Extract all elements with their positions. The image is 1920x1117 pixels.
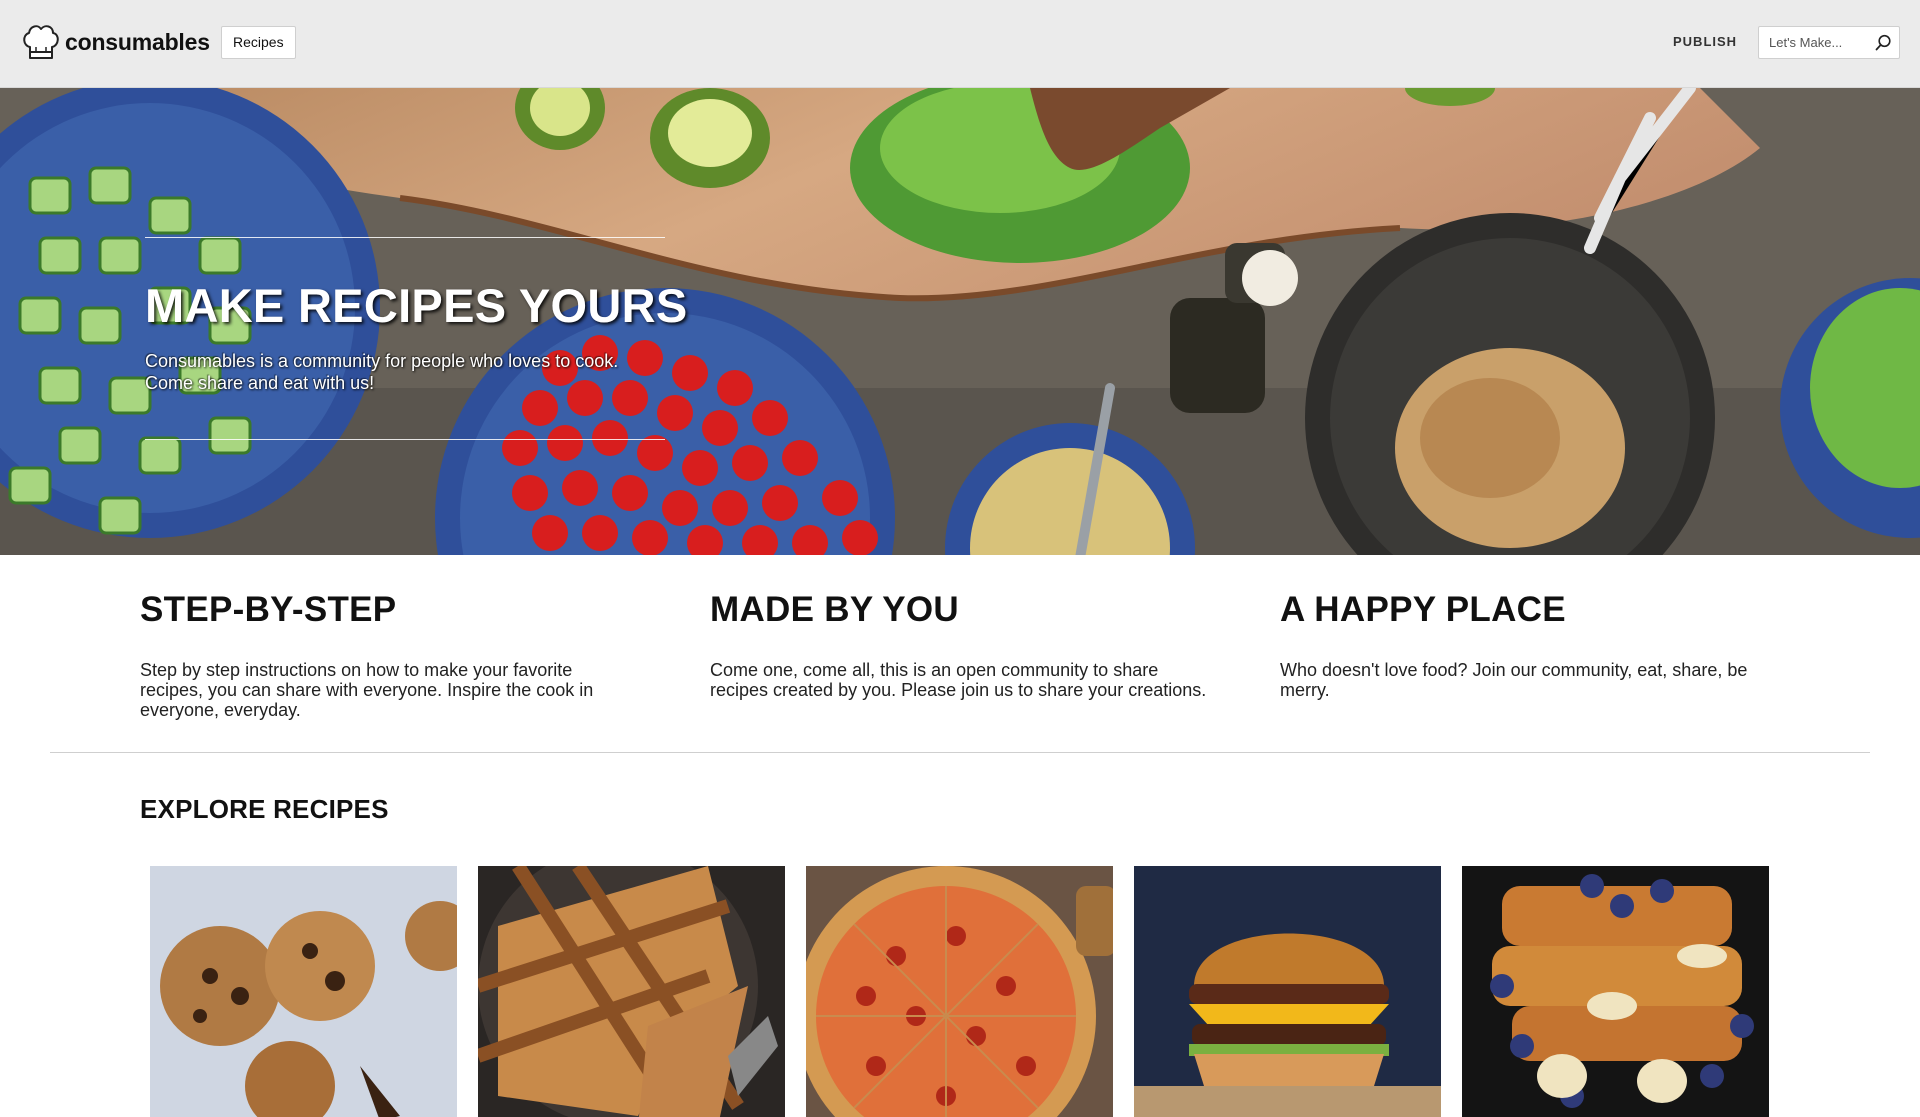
section-divider (50, 752, 1870, 753)
hero-bottom-rule (145, 439, 665, 440)
feature-text: Who doesn't love food? Join our communit… (1280, 660, 1748, 700)
hero-title: MAKE RECIPES YOURS (145, 279, 688, 332)
burger-photo (1134, 866, 1441, 1117)
recipe-card-pizza[interactable] (806, 866, 1113, 1117)
feature-made-by-you: MADE BY YOU Come one, come all, this is … (710, 590, 1210, 700)
hero-subtitle-line2: Come share and eat with us! (145, 373, 375, 393)
search-input[interactable] (1759, 27, 1871, 58)
feature-title: MADE BY YOU (710, 590, 960, 629)
recipe-card-french-toast[interactable] (1462, 866, 1769, 1117)
chef-hat-icon (23, 25, 59, 59)
search-icon[interactable] (1874, 34, 1892, 52)
feature-title: STEP-BY-STEP (140, 590, 397, 629)
brand-logo-link[interactable]: consumables (19, 21, 210, 63)
recipe-card-pie[interactable] (478, 866, 785, 1117)
explore-recipes-heading: EXPLORE RECIPES (140, 794, 389, 824)
feature-text: Come one, come all, this is an open comm… (710, 660, 1207, 700)
hero-top-rule (145, 237, 665, 238)
brand-name: consumables (65, 28, 210, 55)
pizza-photo (806, 866, 1113, 1117)
recipe-card-burger[interactable] (1134, 866, 1441, 1117)
cookies-photo (150, 866, 457, 1117)
hero-subtitle: Consumables is a community for people wh… (145, 350, 665, 394)
lattice-pie-photo (478, 866, 785, 1117)
search-box (1758, 26, 1900, 59)
feature-happy-place: A HAPPY PLACE Who doesn't love food? Joi… (1280, 590, 1780, 700)
french-toast-photo (1462, 866, 1769, 1117)
hero-subtitle-line1: Consumables is a community for people wh… (145, 351, 619, 371)
recipes-nav-button[interactable]: Recipes (221, 26, 296, 59)
feature-text: Step by step instructions on how to make… (140, 660, 594, 720)
publish-link[interactable]: PUBLISH (1673, 34, 1737, 49)
feature-step-by-step: STEP-BY-STEP Step by step instructions o… (140, 590, 640, 720)
recipe-card-cookies[interactable] (150, 866, 457, 1117)
hero-banner: MAKE RECIPES YOURS Consumables is a comm… (0, 88, 1920, 555)
feature-title: A HAPPY PLACE (1280, 590, 1566, 629)
top-navigation-bar: consumables Recipes PUBLISH (0, 0, 1920, 88)
